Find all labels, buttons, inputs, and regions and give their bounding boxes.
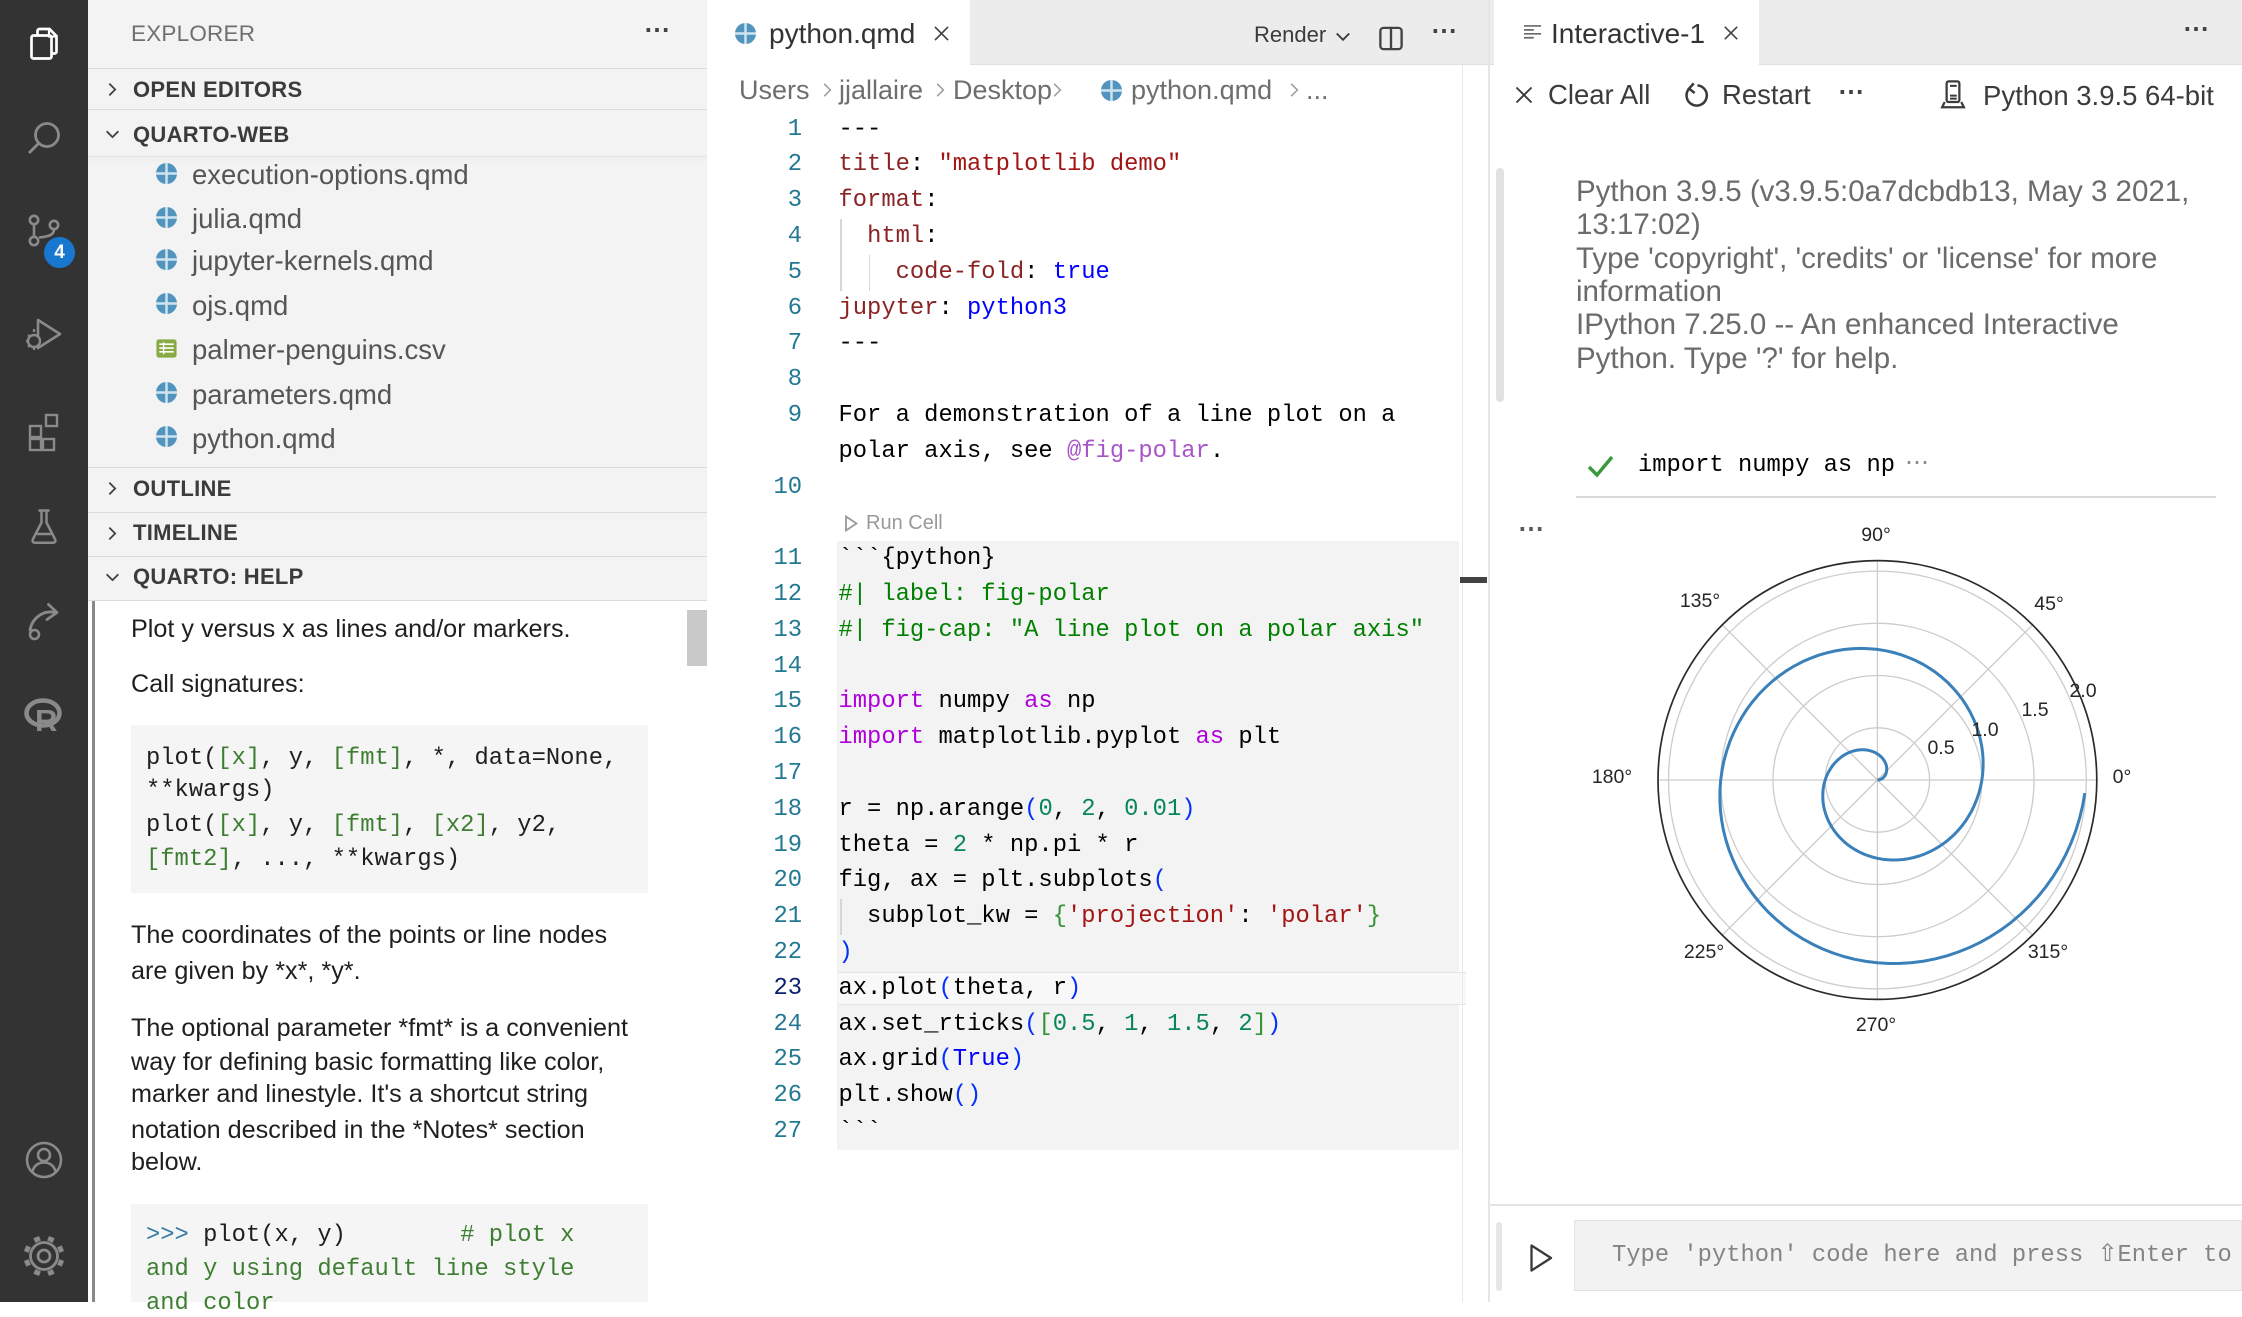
svg-text:315°: 315° bbox=[2028, 941, 2068, 963]
svg-text:270°: 270° bbox=[1856, 1014, 1896, 1036]
svg-text:1.0: 1.0 bbox=[1971, 719, 1998, 741]
svg-text:225°: 225° bbox=[1684, 941, 1724, 963]
svg-text:90°: 90° bbox=[1861, 524, 1891, 546]
svg-text:0°: 0° bbox=[2113, 766, 2132, 788]
svg-text:135°: 135° bbox=[1680, 590, 1720, 612]
svg-text:1.5: 1.5 bbox=[2021, 699, 2048, 721]
svg-text:180°: 180° bbox=[1592, 766, 1632, 788]
svg-text:0.5: 0.5 bbox=[1927, 737, 1954, 759]
svg-text:45°: 45° bbox=[2034, 593, 2064, 615]
svg-text:2.0: 2.0 bbox=[2069, 680, 2096, 702]
